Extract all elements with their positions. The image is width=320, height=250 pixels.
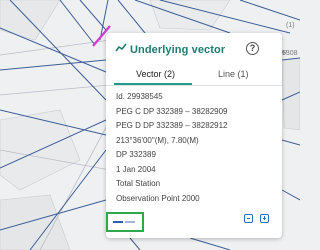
panel-tabs: Vector (2) Line (1) [106,67,282,86]
zoom-out-icon[interactable] [244,214,253,223]
map-label-parcel: (1) [286,22,295,29]
line-dash-primary [113,221,123,223]
tab-line[interactable]: Line (1) [218,69,249,79]
vector-details: Id. 29938545 PEG C DP 332389 – 38282909 … [116,90,228,206]
vector-info-panel: Underlying vector ? Vector (2) Line (1) … [106,33,282,238]
line-style-swatch [106,212,144,232]
vector-line-icon [115,43,127,52]
detail-id: Id. 29938545 [116,92,163,101]
detail-observation: Observation Point 2000 [116,193,200,203]
detail-bearing-distance: 213°36'00"(M), 7.80(M) [116,135,199,145]
detail-plan: DP 332389 [116,150,156,159]
active-tab-indicator [114,83,192,85]
detail-to-peg: PEG D DP 332389 – 38282912 [116,121,228,130]
help-icon[interactable]: ? [246,42,259,55]
map-label-number: 5308 [282,50,298,57]
detail-date: 1 Jan 2004 [116,164,156,174]
zoom-in-icon[interactable] [260,214,269,223]
tab-vector[interactable]: Vector (2) [136,69,175,79]
panel-title: Underlying vector [130,44,226,56]
detail-from-peg: PEG C DP 332389 – 38282909 [116,106,228,116]
detail-equipment: Total Station [116,179,161,188]
line-dash-secondary [125,221,135,223]
panel-header: Underlying vector ? [106,33,282,67]
panel-footer [106,210,282,234]
